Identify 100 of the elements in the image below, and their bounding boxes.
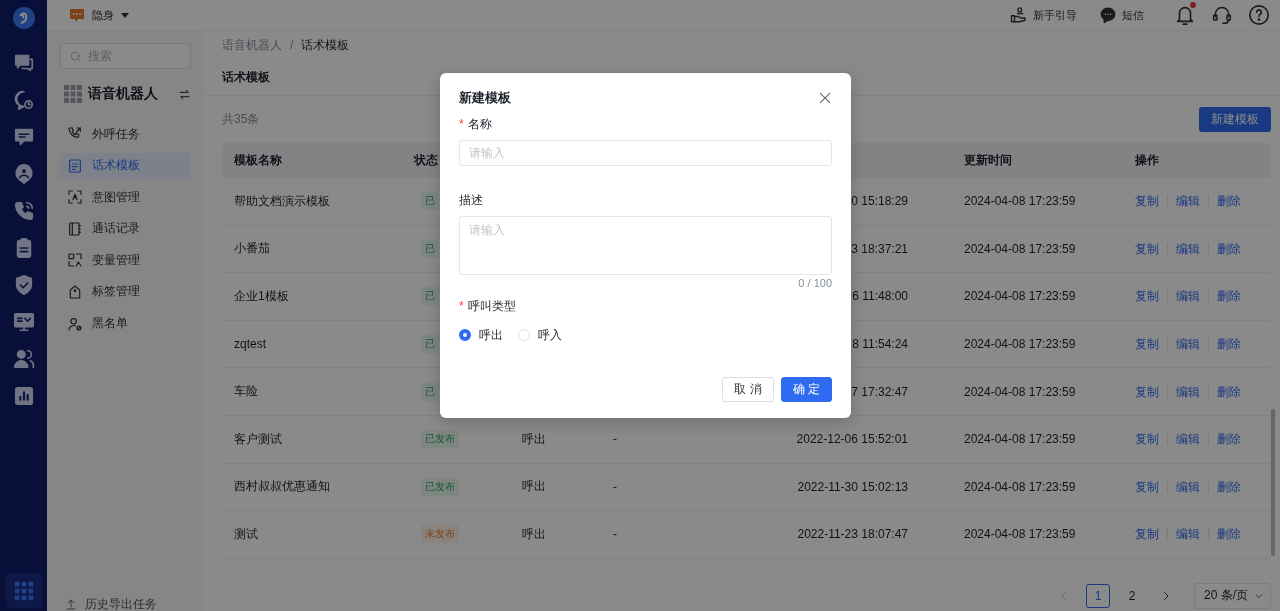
updated-time: 2024-04-08 17:23:59 — [964, 194, 1076, 209]
user-block-icon — [67, 315, 83, 332]
status-tag: 已 — [421, 192, 439, 211]
cancel-button[interactable]: 取 消 — [722, 377, 774, 402]
breadcrumb-current: 话术模板 — [301, 36, 350, 54]
created-time: 6 11:48:00 — [852, 289, 908, 304]
toolbar-button[interactable] — [1248, 4, 1270, 26]
page-size-select[interactable]: 20 条/页 — [1194, 582, 1271, 609]
action-link[interactable]: 编辑 — [1176, 242, 1209, 255]
template-name: 车险 — [234, 384, 258, 399]
action-link[interactable]: 编辑 — [1176, 433, 1209, 446]
action-link[interactable]: 删除 — [1217, 433, 1249, 446]
top-link[interactable]: 短信 — [1099, 6, 1144, 24]
radio-option[interactable]: 呼入 — [518, 326, 562, 344]
sidebar-item[interactable]: 意图管理 — [60, 184, 191, 211]
call-type: 呼出 — [522, 526, 546, 541]
confirm-button[interactable]: 确 定 — [780, 377, 832, 402]
created-time: 0 15:18:29 — [851, 194, 908, 209]
hand-heart-icon — [1010, 6, 1028, 24]
sidebar-item[interactable]: 通话记录 — [60, 215, 191, 242]
status-tag: 已 — [421, 239, 439, 258]
template-name: 企业1模板 — [234, 289, 289, 303]
action-link[interactable]: 复制 — [1135, 385, 1168, 398]
chat-bubbles-icon — [12, 52, 35, 74]
field-label: 呼叫类型 — [467, 297, 516, 315]
action-link[interactable]: 删除 — [1217, 528, 1249, 541]
call-type: 呼出 — [522, 431, 546, 446]
action-link[interactable]: 编辑 — [1176, 480, 1209, 493]
status-tag: 已 — [421, 287, 439, 306]
page-button[interactable]: 1 — [1086, 583, 1110, 608]
action-link[interactable]: 编辑 — [1176, 338, 1209, 351]
message-icon — [12, 126, 35, 148]
sidebar-item[interactable]: 变量管理 — [60, 247, 191, 274]
sidebar-item[interactable]: 话术模板 — [60, 152, 191, 179]
action-link[interactable]: 删除 — [1217, 195, 1249, 208]
template-name: 测试 — [234, 526, 258, 541]
template-name: 客户测试 — [234, 431, 282, 446]
action-link[interactable]: 删除 — [1217, 480, 1249, 493]
status-tag: 已 — [421, 382, 439, 401]
action-link[interactable]: 编辑 — [1176, 195, 1209, 208]
total-count: 共35条 — [222, 111, 260, 128]
column-header: 模板名称 — [234, 153, 282, 167]
users-icon — [12, 348, 35, 370]
export-history-link[interactable]: 历史导出任务 — [60, 597, 191, 611]
updated-time: 2024-04-08 17:23:59 — [964, 289, 1076, 304]
action-link[interactable]: 删除 — [1217, 385, 1249, 398]
action-link[interactable]: 复制 — [1135, 528, 1168, 541]
bar-chart-icon — [12, 385, 35, 407]
character-counter: 0 / 100 — [797, 277, 832, 289]
status-tag: 已发布 — [421, 477, 459, 496]
search-icon — [69, 49, 82, 63]
description-text: - — [613, 479, 617, 494]
action-link[interactable]: 复制 — [1135, 433, 1168, 446]
updated-time: 2024-04-08 17:23:59 — [964, 241, 1076, 256]
close-icon — [818, 91, 832, 105]
name-input-field[interactable]: 请输入 — [459, 140, 832, 166]
speech-bubble-icon — [1099, 6, 1117, 24]
created-time: 2022-12-06 15:52:01 — [796, 432, 908, 447]
swap-icon — [178, 87, 191, 101]
new-template-button[interactable]: 新建模板 — [1199, 107, 1271, 132]
column-header: 操作 — [1135, 152, 1159, 169]
notebook-icon — [67, 220, 83, 237]
action-link[interactable]: 删除 — [1217, 338, 1249, 351]
template-name: 西村叔叔优惠通知 — [234, 479, 330, 494]
sidebar-item[interactable]: 黑名单 — [60, 310, 191, 337]
action-link[interactable]: 复制 — [1135, 338, 1168, 351]
action-link[interactable]: 复制 — [1135, 480, 1168, 493]
sidebar-item[interactable]: 标签管理 — [60, 278, 191, 305]
action-link[interactable]: 复制 — [1135, 242, 1168, 255]
action-link[interactable]: 删除 — [1217, 242, 1249, 255]
column-header: 更新时间 — [964, 153, 1012, 167]
updated-time: 2024-04-08 17:23:59 — [964, 384, 1076, 399]
status-tag: 未发布 — [421, 525, 459, 544]
sidebar-item[interactable]: 外呼任务 — [60, 121, 191, 147]
description-text: - — [613, 527, 617, 542]
updated-time: 2024-04-08 17:23:59 — [964, 527, 1076, 542]
updated-time: 2024-04-08 17:23:59 — [964, 432, 1076, 447]
action-link[interactable]: 删除 — [1217, 290, 1249, 303]
description-text-area[interactable]: 请输入 — [459, 216, 832, 275]
action-link[interactable]: 复制 — [1135, 195, 1168, 208]
tag-icon — [67, 283, 83, 300]
dialog-title: 新建模板 — [459, 89, 511, 107]
updated-time: 2024-04-08 17:23:59 — [964, 479, 1076, 494]
document-icon — [67, 157, 83, 174]
action-link[interactable]: 编辑 — [1176, 385, 1209, 398]
radio-option[interactable]: 呼出 — [459, 326, 503, 344]
toolbar-button[interactable] — [1174, 4, 1196, 26]
action-link[interactable]: 编辑 — [1176, 528, 1209, 541]
toolbar-button[interactable] — [1212, 5, 1232, 25]
close-button[interactable] — [818, 91, 832, 105]
field-label: 描述 — [459, 191, 483, 209]
top-link[interactable]: 新手引导 — [1010, 6, 1077, 24]
apps-grid-icon — [64, 85, 82, 103]
action-link[interactable]: 编辑 — [1176, 290, 1209, 303]
scrollbar-thumb[interactable] — [1271, 409, 1275, 556]
action-link[interactable]: 复制 — [1135, 290, 1168, 303]
page-button[interactable]: 2 — [1120, 583, 1144, 608]
apps-grid-icon — [12, 580, 35, 602]
breadcrumb-link[interactable]: 语音机器人 — [222, 36, 282, 54]
status-dropdown[interactable]: 隐身 — [69, 7, 129, 23]
